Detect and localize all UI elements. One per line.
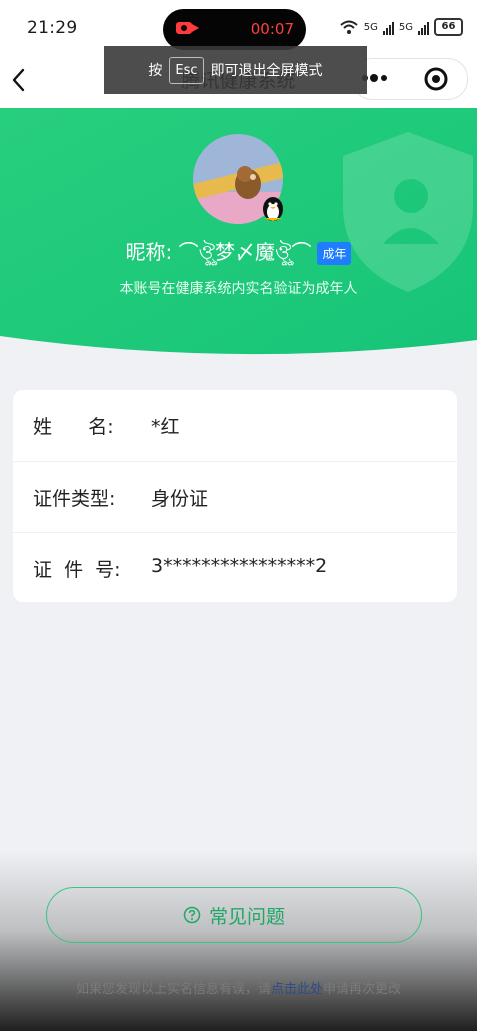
info-row-id-type: 证件类型: 身份证 [13, 462, 457, 533]
wifi-icon [340, 20, 358, 34]
status-bar: 21:29 00:07 5G 5G 66 [0, 0, 477, 52]
id-type-label: 证件类型: [33, 487, 116, 510]
verification-note: 本账号在健康系统内实名验证为成年人 [119, 281, 358, 297]
name-label: 姓 名: [33, 416, 114, 438]
network-type-label: 5G [398, 21, 413, 33]
screen-recording-indicator[interactable]: 00:07 [163, 9, 306, 50]
adult-badge: 成年 [317, 242, 352, 265]
status-time: 21:29 [27, 18, 78, 38]
status-icons: 5G 5G 66 [339, 18, 463, 36]
hint-suffix: 即可退出全屏模式 [210, 63, 323, 79]
battery-icon: 66 [434, 18, 463, 36]
identity-info-card: 姓 名: *红 证件类型: 身份证 证 件 号: 3**************… [13, 390, 457, 602]
nickname: 昵称: ⌒ঔৣ梦〆魔ঔৣ⌒ [125, 240, 312, 264]
info-row-id-number: 证 件 号: 3****************2 [13, 533, 457, 604]
fullscreen-exit-hint: 按 Esc 即可退出全屏模式 [104, 46, 367, 94]
esc-key-label: Esc [169, 56, 204, 84]
profile-header: 昵称: ⌒ঔৣ梦〆魔ঔৣ⌒ 成年 本账号在健康系统内实名验证为成年人 [0, 108, 477, 358]
id-number-label: 证 件 号: [33, 559, 121, 581]
info-row-name: 姓 名: *红 [13, 390, 457, 462]
signal-icon [418, 19, 429, 35]
correction-note: 如果您发现以上实名信息有误，请点击此处申请再次更改 [0, 978, 477, 997]
click-here-link[interactable]: 点击此处 [271, 982, 323, 997]
hint-prefix: 按 [148, 63, 163, 79]
footer-prefix: 如果您发现以上实名信息有误，请 [75, 982, 271, 997]
footer-suffix: 申请再次更改 [323, 982, 402, 997]
recording-time: 00:07 [250, 20, 294, 38]
id-number-value: 3****************2 [151, 555, 328, 577]
name-value: *红 [151, 416, 180, 438]
mini-program-capsule [352, 58, 468, 100]
id-type-value: 身份证 [151, 487, 209, 510]
faq-label: 常见问题 [208, 905, 285, 928]
record-camera-icon [176, 22, 199, 34]
close-mini-program-button[interactable] [423, 66, 449, 92]
network-type-label: 5G [363, 21, 378, 33]
signal-icon [382, 19, 394, 35]
nickname-row: 昵称: ⌒ঔৣ梦〆魔ঔৣ⌒ 成年 [0, 236, 477, 271]
qq-penguin-icon [263, 197, 283, 221]
question-circle-icon [183, 906, 201, 924]
faq-button[interactable]: 常见问题 [46, 887, 422, 943]
